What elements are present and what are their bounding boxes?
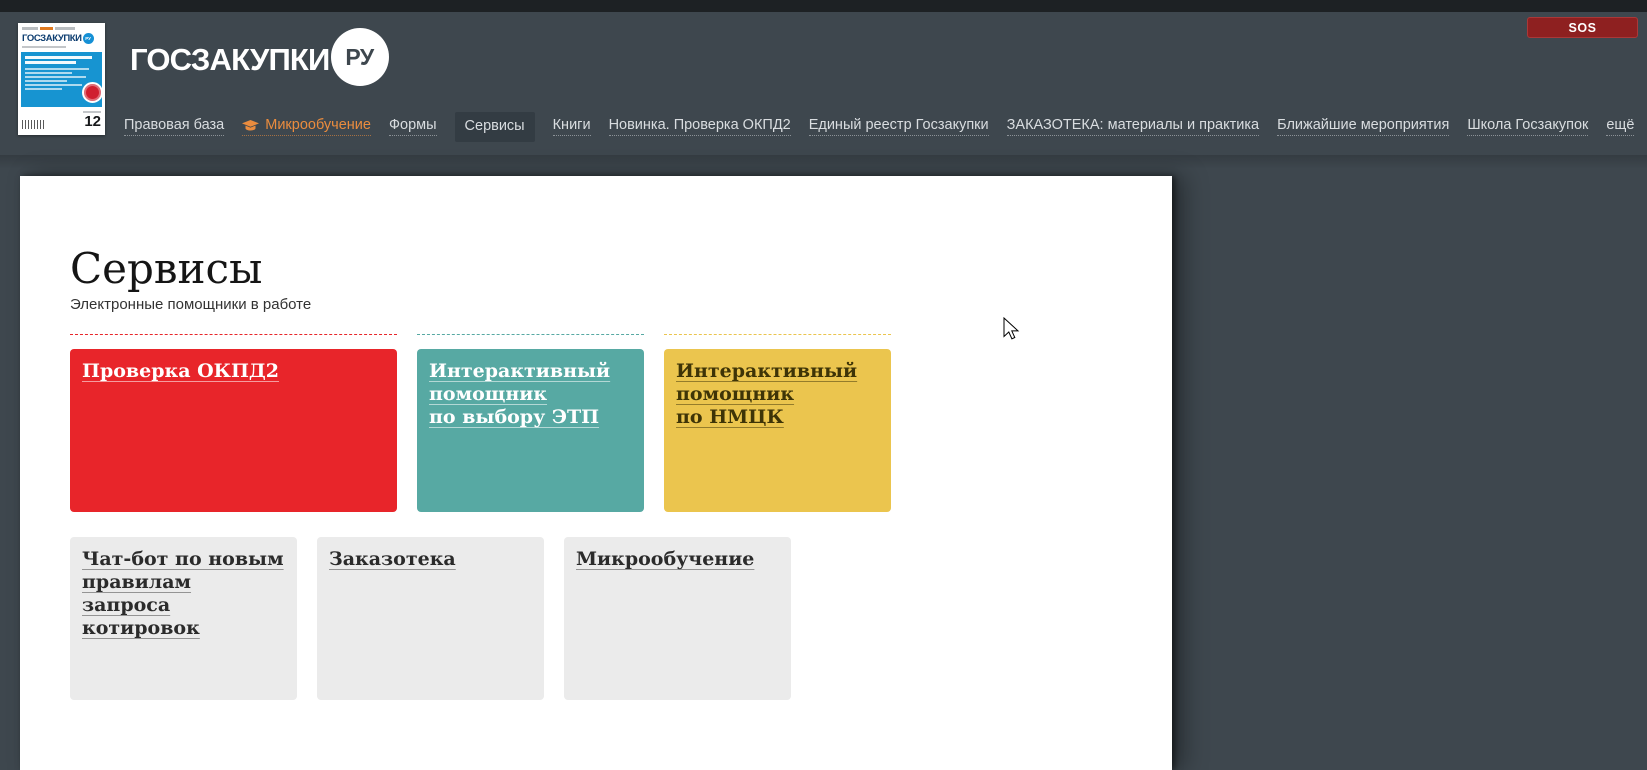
service-card-nmck-assistant[interactable]: Интерактивный помощник по НМЦК — [664, 349, 891, 512]
service-card-chatbot[interactable]: Чат-бот по новым правилам запроса котиро… — [70, 537, 297, 700]
graduation-cap-icon — [242, 120, 259, 132]
cover-masthead: ГОСЗАКУПКИ РУ — [22, 33, 102, 44]
nav-item-forms[interactable]: Формы — [389, 118, 437, 137]
nav-item-legal-base[interactable]: Правовая база — [124, 118, 224, 137]
page-subtitle: Электронные помощники в работе — [70, 296, 311, 313]
card-dash-line — [70, 334, 397, 335]
cover-promo-badge — [82, 82, 103, 103]
logo-badge: РУ — [331, 28, 389, 86]
service-card-title: Интерактивный помощник по выбору ЭТП — [429, 360, 610, 428]
service-card-title: Проверка ОКПД2 — [82, 360, 279, 382]
nav-item-microlearning[interactable]: Микрообучение — [242, 118, 371, 137]
nav-item-zakazoteka[interactable]: ЗАКАЗОТЕКА: материалы и практика — [1007, 118, 1259, 137]
header-bottom-shadow — [0, 155, 1647, 169]
main-nav: Правовая база Микрообучение Формы Сервис… — [124, 112, 1634, 142]
nav-item-label: Микрообучение — [265, 118, 371, 134]
service-card-title: Заказотека — [329, 548, 456, 570]
nav-item-services[interactable]: Сервисы — [455, 112, 535, 143]
nav-item-unified-register[interactable]: Единый реестр Госзакупки — [809, 118, 989, 137]
cover-logo-badge: РУ — [83, 33, 94, 44]
magazine-cover[interactable]: ГОСЗАКУПКИ РУ 12 — [18, 23, 105, 135]
service-card-title: Чат-бот по новым правилам запроса котиро… — [82, 548, 284, 639]
page-title: Сервисы — [70, 248, 262, 290]
card-dash-line — [664, 334, 891, 335]
cover-tagline — [22, 46, 66, 48]
content-panel: Сервисы Электронные помощники в работе П… — [20, 176, 1172, 770]
nav-item-books[interactable]: Книги — [553, 118, 591, 137]
cover-barcode — [22, 120, 45, 129]
cover-bottom: 12 — [22, 111, 101, 129]
page: { "theme": { "body_bg": "#3e474e", "top_… — [0, 0, 1647, 770]
top-strip — [0, 0, 1647, 12]
service-card-okpd2-check[interactable]: Проверка ОКПД2 — [70, 349, 397, 512]
nav-item-events[interactable]: Ближайшие мероприятия — [1277, 118, 1449, 137]
nav-item-school[interactable]: Школа Госзакупок — [1467, 118, 1588, 137]
cover-topline — [22, 27, 101, 30]
logo[interactable]: ГОСЗАКУПКИ РУ — [130, 33, 389, 86]
card-dash-line — [417, 334, 644, 335]
service-card-title: Интерактивный помощник по НМЦК — [676, 360, 857, 428]
nav-item-okpd2-check[interactable]: Новинка. Проверка ОКПД2 — [609, 118, 791, 137]
cover-blue-block — [21, 52, 102, 107]
logo-text: ГОСЗАКУПКИ — [130, 44, 330, 75]
sos-button[interactable]: SOS — [1527, 17, 1638, 38]
nav-item-more[interactable]: ещё — [1606, 118, 1634, 137]
cover-issue-number: 12 — [83, 114, 101, 129]
service-card-title: Микрообучение — [576, 548, 754, 570]
cover-masthead-text: ГОСЗАКУПКИ — [22, 33, 82, 44]
service-card-zakazoteka[interactable]: Заказотека — [317, 537, 544, 700]
service-card-microlearning[interactable]: Микрообучение — [564, 537, 791, 700]
service-card-etp-assistant[interactable]: Интерактивный помощник по выбору ЭТП — [417, 349, 644, 512]
